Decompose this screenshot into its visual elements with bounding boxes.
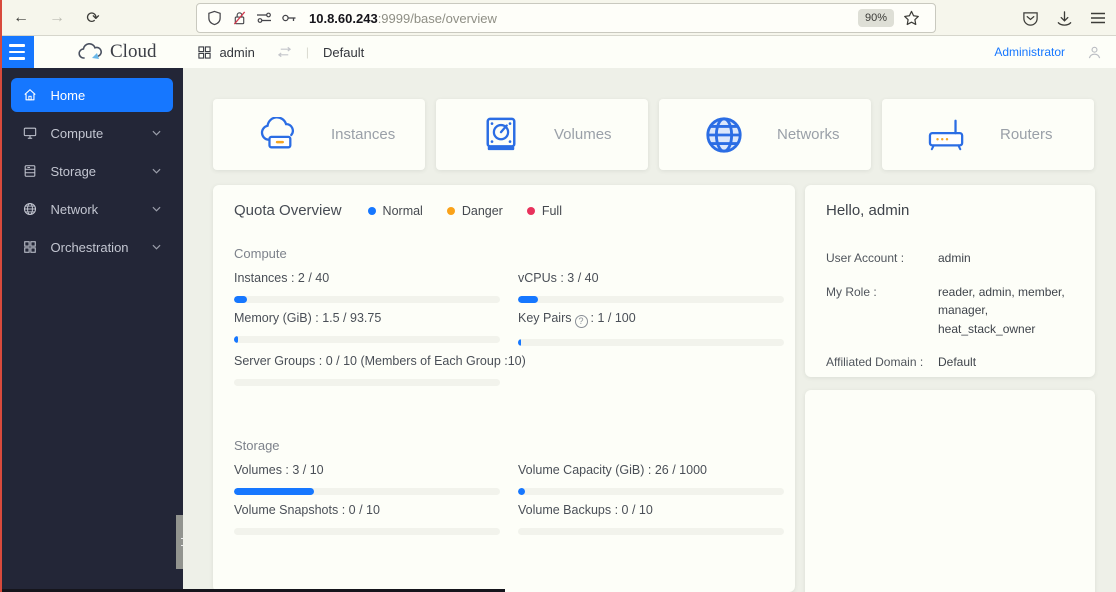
network-globe-icon <box>23 202 38 217</box>
progress-bar <box>234 296 500 303</box>
zoom-level-badge[interactable]: 90% <box>857 9 894 27</box>
sidebar-item-label: Compute <box>50 125 104 141</box>
sidebar-item-home[interactable]: Home <box>10 78 173 112</box>
danger-dot <box>446 206 455 215</box>
sidebar-item-label: Network <box>50 201 99 217</box>
home-icon <box>23 88 38 103</box>
sidebar-toggle-button[interactable] <box>0 36 34 68</box>
logo-text: Cloud <box>110 41 157 62</box>
avatar-icon[interactable] <box>1087 45 1102 60</box>
main-content: Instances Volumes Networks Routers Quota… <box>183 68 1116 592</box>
url-text[interactable]: 10.8.60.243:9999/base/overview <box>309 11 497 26</box>
quota-overview-card: Quota Overview Normal Danger Full Comput… <box>213 185 795 592</box>
pocket-icon[interactable] <box>1020 8 1040 28</box>
window-edge-highlight <box>0 0 2 592</box>
forward-button[interactable]: → <box>42 4 72 32</box>
quota-section-storage: Storage <box>234 437 280 453</box>
chevron-down-icon <box>151 168 161 174</box>
orchestration-icon <box>23 240 38 255</box>
sidebar-item-label: Storage <box>50 163 97 179</box>
sidebar-item-orchestration[interactable]: Orchestration <box>11 230 173 264</box>
progress-bar <box>234 336 500 343</box>
shield-icon[interactable] <box>205 9 223 27</box>
progress-bar <box>518 527 784 535</box>
compute-icon <box>23 126 38 141</box>
networks-icon <box>703 114 745 156</box>
quota-item-instances: Instances : 2 / 40 <box>234 271 500 303</box>
user-account-row: User Account : admin <box>826 251 971 265</box>
sidebar-item-compute[interactable]: Compute <box>11 116 173 150</box>
quota-item-volume-capacity: Volume Capacity (GiB) : 26 / 1000 <box>518 463 784 495</box>
volumes-card[interactable]: Volumes <box>436 99 648 170</box>
switch-project-icon[interactable] <box>277 46 292 58</box>
project-name[interactable]: admin <box>219 45 254 60</box>
greeting: Hello, admin <box>826 202 910 219</box>
card-label: Instances <box>331 126 396 143</box>
sidebar-item-label: Orchestration <box>50 239 129 255</box>
app-header: Cloud admin | Default Administrator <box>0 36 1116 68</box>
progress-bar <box>234 527 500 535</box>
card-label: Volumes <box>554 126 612 143</box>
quota-item-vcpus: vCPUs : 3 / 40 <box>518 271 784 303</box>
chevron-down-icon <box>151 244 161 250</box>
quota-item-volume-backups: Volume Backups : 0 / 10 <box>518 503 784 535</box>
app-logo[interactable]: Cloud <box>78 41 156 63</box>
sidebar-nav: Home Compute Storage Network Orchestrati… <box>0 68 183 592</box>
my-role-row: My Role : reader, admin, member, manager… <box>826 284 1065 336</box>
downloads-icon[interactable] <box>1054 8 1074 28</box>
routers-card[interactable]: Routers <box>882 99 1094 170</box>
app-menu-icon[interactable] <box>1088 8 1108 28</box>
quota-title: Quota Overview <box>234 202 342 219</box>
empty-panel <box>805 390 1095 592</box>
administrator-link[interactable]: Administrator <box>994 45 1065 59</box>
quota-item-volumes: Volumes : 3 / 10 <box>234 463 500 495</box>
volumes-icon <box>480 114 522 156</box>
normal-dot <box>367 206 376 215</box>
permissions-icon[interactable] <box>255 9 273 27</box>
progress-bar <box>234 378 500 386</box>
full-dot <box>526 206 535 215</box>
back-button[interactable]: ← <box>6 4 36 32</box>
sidebar-item-label: Home <box>50 87 86 103</box>
bookmark-star-icon[interactable] <box>902 9 920 27</box>
progress-bar <box>518 338 784 346</box>
region-name[interactable]: Default <box>323 45 364 60</box>
chevron-down-icon <box>151 130 161 136</box>
sidebar-item-storage[interactable]: Storage <box>11 154 173 188</box>
progress-bar <box>518 487 784 495</box>
reload-button[interactable]: ⟳ <box>78 4 108 32</box>
quota-item-volume-snapshots: Volume Snapshots : 0 / 10 <box>234 503 500 535</box>
progress-bar <box>234 487 500 495</box>
address-bar[interactable]: 10.8.60.243:9999/base/overview 90% <box>196 3 936 33</box>
quota-item-keypairs: Key Pairs?: 1 / 100 <box>518 311 784 346</box>
sidebar-item-network[interactable]: Network <box>11 192 173 226</box>
storage-icon <box>23 164 38 179</box>
key-icon[interactable] <box>280 9 298 27</box>
cloud-logo-icon <box>78 42 104 62</box>
profile-card: Hello, admin User Account : admin My Rol… <box>805 185 1095 377</box>
project-grid-icon <box>198 45 212 59</box>
header-divider: | <box>305 45 309 59</box>
quota-item-server-groups: Server Groups : 0 / 10 (Members of Each … <box>234 354 526 386</box>
affiliated-domain-row: Affiliated Domain : Default <box>826 355 977 370</box>
routers-icon <box>926 114 968 156</box>
browser-toolbar: ← → ⟳ 10.8.60.243:9999/base/overview 90% <box>0 0 1116 36</box>
quota-item-memory: Memory (GiB) : 1.5 / 93.75 <box>234 311 500 346</box>
card-label: Networks <box>777 126 840 143</box>
networks-card[interactable]: Networks <box>659 99 871 170</box>
quota-section-compute: Compute <box>234 246 287 261</box>
quota-legend: Normal Danger Full <box>367 204 562 218</box>
help-icon[interactable]: ? <box>574 314 588 328</box>
progress-bar <box>518 296 784 303</box>
instances-card[interactable]: Instances <box>213 99 425 170</box>
card-label: Routers <box>1000 126 1053 143</box>
instances-icon <box>257 114 299 156</box>
lock-insecure-icon[interactable] <box>230 9 248 27</box>
chevron-down-icon <box>151 206 161 212</box>
